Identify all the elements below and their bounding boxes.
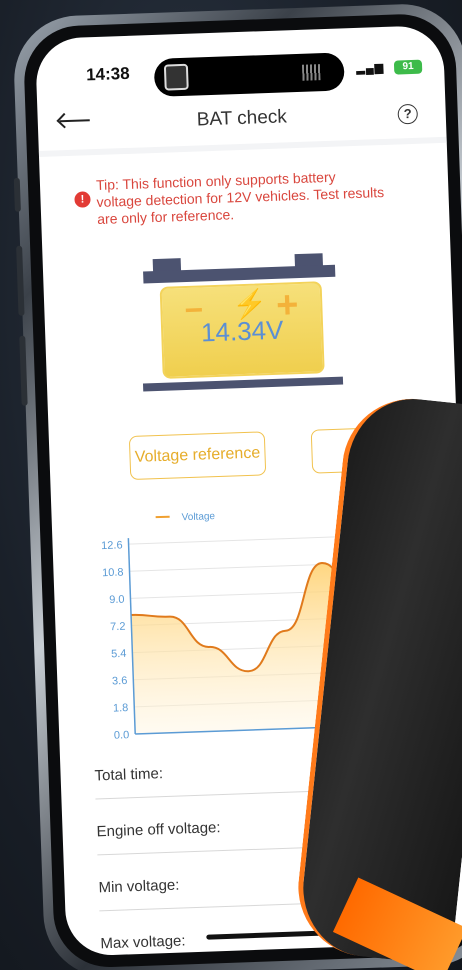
status-bar: 14:38 ▂▄▆ 91 — [35, 25, 444, 97]
volume-up-button — [16, 245, 25, 316]
volume-down-button — [19, 335, 28, 406]
page-title: BAT check — [196, 106, 288, 131]
y-tick-label: 10.8 — [102, 566, 124, 579]
warning-icon: ! — [74, 191, 91, 208]
battery-base-bar — [142, 376, 344, 392]
status-time: 14:38 — [85, 63, 130, 85]
dynamic-island — [153, 52, 345, 97]
max-voltage-label: Max voltage: — [100, 932, 186, 953]
island-app-icon — [163, 63, 189, 91]
tip-message: ! Tip: This function only supports batte… — [74, 167, 386, 229]
min-voltage-label: Min voltage: — [98, 876, 180, 897]
audio-wave-icon — [301, 64, 321, 81]
battery-graphic: − ⚡ + 14.34V — [142, 247, 347, 394]
legend-label: Voltage — [181, 511, 215, 523]
voltage-reference-button[interactable]: Voltage reference — [128, 431, 267, 481]
tip-text: Tip: This function only supports battery… — [95, 168, 385, 228]
battery-indicator: 91 — [393, 59, 423, 75]
y-tick-label: 0.0 — [114, 729, 130, 739]
engine-off-voltage-label: Engine off voltage: — [96, 819, 221, 841]
battery-body: − ⚡ + 14.34V — [159, 281, 325, 379]
voltage-reading: 14.34V — [200, 314, 284, 348]
y-tick-label: 9.0 — [109, 594, 125, 607]
y-tick-label: 1.8 — [113, 702, 129, 715]
y-tick-label: 12.6 — [101, 539, 123, 552]
y-tick-label: 5.4 — [111, 648, 127, 661]
y-tick-label: 3.6 — [112, 675, 128, 688]
y-tick-label: 7.2 — [110, 621, 126, 634]
signal-icon: ▂▄▆ — [356, 61, 385, 75]
mute-switch — [13, 177, 21, 212]
total-time-label: Total time: — [94, 765, 164, 785]
